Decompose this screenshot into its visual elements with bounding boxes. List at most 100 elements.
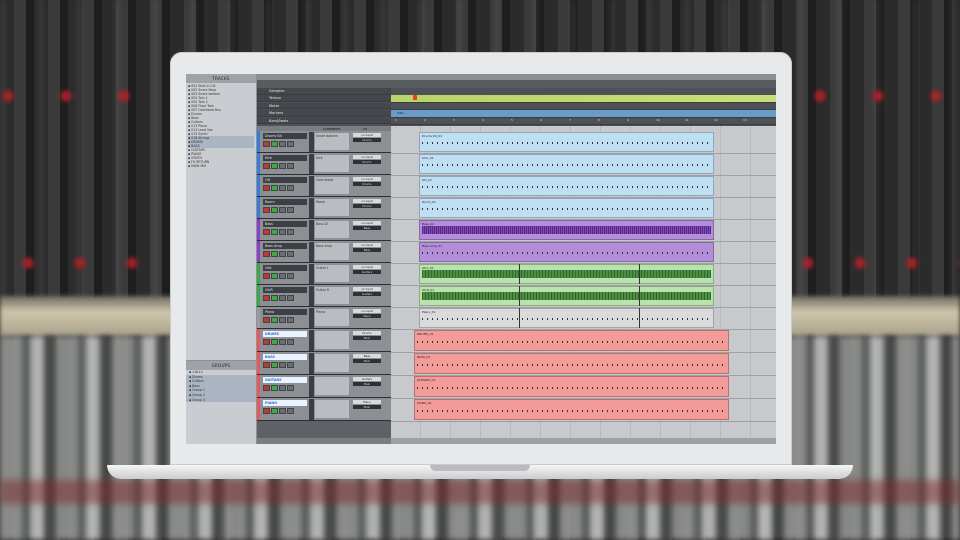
track-comment[interactable]: Kick — [315, 155, 349, 172]
marker-label[interactable]: Intro — [397, 111, 404, 115]
input-monitor-button[interactable] — [271, 141, 278, 147]
input-monitor-button[interactable] — [271, 251, 278, 257]
audio-clip[interactable]: Room_01 — [419, 198, 714, 218]
io-selector[interactable]: Guitars — [353, 270, 381, 274]
io-selector[interactable]: Drums — [353, 138, 381, 142]
io-selector[interactable]: Bass — [353, 354, 381, 358]
track-header[interactable]: Piano Piano no input Piano — [257, 307, 391, 329]
solo-button[interactable] — [279, 141, 286, 147]
mute-button[interactable] — [287, 385, 294, 391]
io-selector[interactable]: Bass — [353, 248, 381, 252]
track-header[interactable]: Room Room no input Drums — [257, 197, 391, 219]
input-monitor-button[interactable] — [271, 185, 278, 191]
audio-clip[interactable]: Piano_01 — [419, 308, 714, 328]
record-button[interactable] — [263, 295, 270, 301]
ruler-lane[interactable] — [391, 103, 776, 111]
io-selector[interactable]: no input — [353, 177, 381, 181]
record-button[interactable] — [263, 362, 270, 368]
io-selector[interactable]: Guitars — [353, 377, 381, 381]
track-comment[interactable]: Piano — [315, 309, 349, 326]
track-header-scrollbar[interactable] — [257, 438, 391, 444]
track-lane[interactable]: OH_01 — [391, 175, 776, 198]
mute-button[interactable] — [287, 163, 294, 169]
mute-button[interactable] — [287, 251, 294, 257]
track-comment[interactable] — [315, 400, 349, 418]
track-lane[interactable]: GUITARS_01 — [391, 375, 776, 399]
timeline-rulers[interactable]: Samples Tempo Meter Markers Bars|Beats 1 2 3 4 5 6… — [257, 88, 776, 126]
track-name[interactable]: Piano — [263, 309, 307, 315]
input-monitor-button[interactable] — [271, 163, 278, 169]
solo-button[interactable] — [279, 273, 286, 279]
mute-button[interactable] — [287, 317, 294, 323]
io-selector[interactable]: Drums — [353, 160, 381, 164]
io-selector[interactable]: Guitars — [353, 292, 381, 296]
solo-button[interactable] — [279, 163, 286, 169]
input-monitor-button[interactable] — [271, 339, 278, 345]
mute-button[interactable] — [287, 185, 294, 191]
track-header[interactable]: Kick Kick no input Drums — [257, 153, 391, 175]
track-name[interactable]: PIANO — [263, 400, 307, 406]
io-selector[interactable]: no input — [353, 309, 381, 313]
io-selector[interactable]: Main — [353, 382, 381, 386]
record-button[interactable] — [263, 163, 270, 169]
track-header[interactable]: GtrR Guitar R no input Guitars — [257, 285, 391, 307]
input-monitor-button[interactable] — [271, 317, 278, 323]
io-selector[interactable]: no input — [353, 287, 381, 291]
solo-button[interactable] — [279, 207, 286, 213]
track-comment[interactable] — [315, 377, 349, 395]
ruler-lane[interactable] — [391, 95, 776, 103]
track-comment[interactable] — [315, 354, 349, 372]
audio-clip[interactable]: GtrR_01 — [419, 286, 714, 306]
solo-button[interactable] — [279, 317, 286, 323]
audio-clip[interactable]: OH_01 — [419, 176, 714, 196]
track-name[interactable]: Kick — [263, 155, 307, 161]
io-selector[interactable]: no input — [353, 199, 381, 203]
tracks-list-item[interactable]: ▪ MAIN MIX — [188, 164, 254, 168]
record-button[interactable] — [263, 408, 270, 414]
track-header[interactable]: DRUMS Drums Main — [257, 329, 391, 352]
audio-clip[interactable]: BASS_01 — [414, 353, 729, 374]
audio-clip[interactable]: Kick_01 — [419, 154, 714, 174]
solo-button[interactable] — [279, 251, 286, 257]
track-lane[interactable]: PIANO_01 — [391, 398, 776, 422]
track-name[interactable]: DRUMS — [263, 331, 307, 337]
record-button[interactable] — [263, 251, 270, 257]
io-selector[interactable]: Piano — [353, 314, 381, 318]
mute-button[interactable] — [287, 408, 294, 414]
mute-button[interactable] — [287, 207, 294, 213]
track-header[interactable]: Bass Amp Bass Amp no input Bass — [257, 241, 391, 263]
ruler-lane[interactable] — [391, 88, 776, 96]
solo-button[interactable] — [279, 229, 286, 235]
input-monitor-button[interactable] — [271, 385, 278, 391]
io-selector[interactable]: no input — [353, 265, 381, 269]
record-button[interactable] — [263, 385, 270, 391]
io-selector[interactable]: no input — [353, 133, 381, 137]
track-name[interactable]: Drums Kit — [263, 133, 307, 139]
track-header[interactable]: GtrL Guitar L no input Guitars — [257, 263, 391, 285]
edit-window-playlists[interactable]: Drums Kit_01 Kick_01 OH_01 Room_01 Bass_01 Ba… — [391, 126, 776, 438]
track-lane[interactable]: Drums Kit_01 — [391, 131, 776, 154]
input-monitor-button[interactable] — [271, 362, 278, 368]
io-selector[interactable]: Main — [353, 359, 381, 363]
track-comment[interactable]: Overheads — [315, 177, 349, 194]
record-button[interactable] — [263, 185, 270, 191]
audio-clip[interactable]: PIANO_01 — [414, 399, 729, 420]
io-selector[interactable]: Piano — [353, 400, 381, 404]
edit-horizontal-scrollbar[interactable] — [391, 438, 776, 444]
io-selector[interactable]: Bass — [353, 226, 381, 230]
mute-button[interactable] — [287, 229, 294, 235]
track-comment[interactable]: Room — [315, 199, 349, 216]
io-selector[interactable]: no input — [353, 221, 381, 225]
track-lane[interactable]: Room_01 — [391, 197, 776, 220]
track-header[interactable]: PIANO Piano Main — [257, 398, 391, 421]
track-comment[interactable] — [315, 331, 349, 349]
track-header[interactable]: OH Overheads no input Drums — [257, 175, 391, 197]
record-button[interactable] — [263, 317, 270, 323]
solo-button[interactable] — [279, 408, 286, 414]
track-comment[interactable]: Snare bottom — [315, 133, 349, 150]
record-button[interactable] — [263, 229, 270, 235]
solo-button[interactable] — [279, 295, 286, 301]
input-monitor-button[interactable] — [271, 408, 278, 414]
track-lane[interactable]: Kick_01 — [391, 153, 776, 176]
track-comment[interactable]: Guitar L — [315, 265, 349, 282]
